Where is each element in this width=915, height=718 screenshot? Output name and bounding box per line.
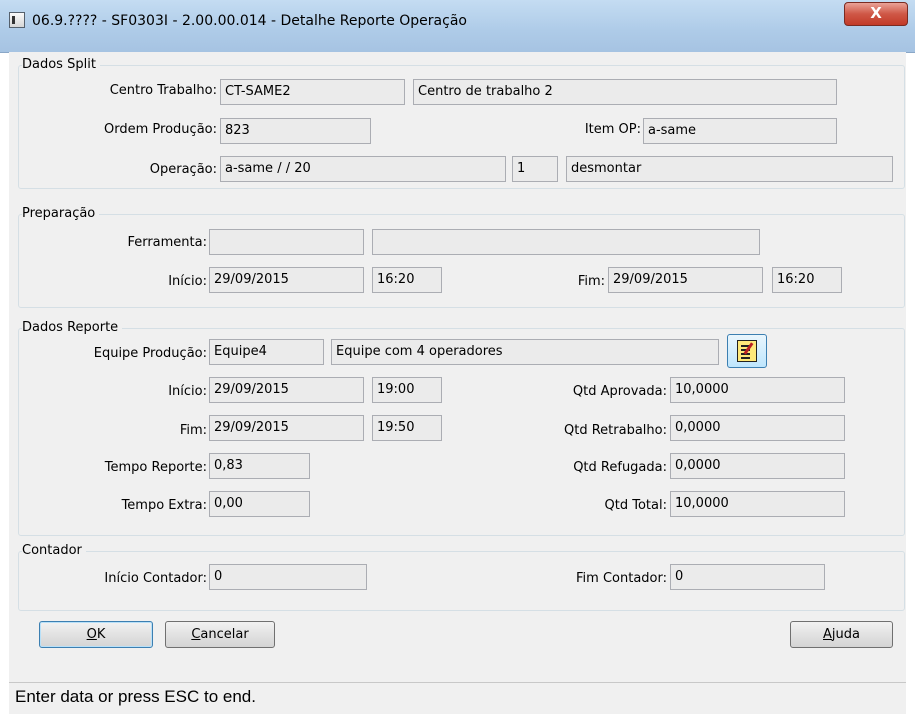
label-tempo-extra: Tempo Extra: xyxy=(121,498,207,513)
label-qtd-refugada: Qtd Refugada: xyxy=(573,460,667,475)
field-operacao-seq[interactable]: 1 xyxy=(512,156,558,182)
dialog-window: 06.9.???? - SF0303I - 2.00.00.014 - Deta… xyxy=(0,0,915,718)
ok-button[interactable]: OK xyxy=(39,621,153,648)
cancel-label: ancelar xyxy=(200,627,249,642)
field-qtd-refugada[interactable]: 0,0000 xyxy=(670,453,845,479)
group-legend-dados-split: Dados Split xyxy=(22,57,100,72)
label-inicio-contador: Início Contador: xyxy=(104,571,207,586)
label-centro-trabalho: Centro Trabalho: xyxy=(109,83,217,98)
title-bar[interactable]: 06.9.???? - SF0303I - 2.00.00.014 - Deta… xyxy=(0,0,915,53)
status-bar: Enter data or press ESC to end. xyxy=(9,682,906,714)
field-centro-trabalho-desc[interactable]: Centro de trabalho 2 xyxy=(413,79,837,105)
window-title: 06.9.???? - SF0303I - 2.00.00.014 - Deta… xyxy=(32,13,467,29)
dialog-body: Dados Split Centro Trabalho: CT-SAME2 Ce… xyxy=(9,52,906,682)
group-legend-contador: Contador xyxy=(22,543,86,558)
group-legend-dados-reporte: Dados Reporte xyxy=(22,320,123,335)
label-ordem-producao: Ordem Produção: xyxy=(104,122,217,137)
field-item-op[interactable]: a-same xyxy=(643,118,837,144)
field-preparacao-fim-data[interactable]: 29/09/2015 xyxy=(608,267,763,293)
field-preparacao-inicio-hora[interactable]: 16:20 xyxy=(372,267,442,293)
ok-label: K xyxy=(96,627,106,642)
label-qtd-total: Qtd Total: xyxy=(604,498,667,513)
field-equipe-desc[interactable]: Equipe com 4 operadores xyxy=(331,339,719,365)
help-button[interactable]: Ajuda xyxy=(790,621,893,648)
help-label: juda xyxy=(831,627,860,642)
field-preparacao-fim-hora[interactable]: 16:20 xyxy=(772,267,842,293)
status-text: Enter data or press ESC to end. xyxy=(15,687,256,706)
field-qtd-retrabalho[interactable]: 0,0000 xyxy=(670,415,845,441)
app-icon xyxy=(9,12,25,28)
field-ordem-producao[interactable]: 823 xyxy=(220,118,371,144)
label-reporte-inicio: Início: xyxy=(168,384,207,399)
label-equipe-producao: Equipe Produção: xyxy=(93,346,207,361)
field-operacao-desc[interactable]: desmontar xyxy=(566,156,893,182)
field-reporte-inicio-hora[interactable]: 19:00 xyxy=(372,377,442,403)
close-button[interactable]: X xyxy=(844,2,908,26)
field-ferramenta-desc[interactable] xyxy=(372,229,760,255)
field-equipe-code[interactable]: Equipe4 xyxy=(209,339,324,365)
field-reporte-inicio-data[interactable]: 29/09/2015 xyxy=(209,377,364,403)
cancel-button[interactable]: Cancelar xyxy=(165,621,275,648)
label-fim-contador: Fim Contador: xyxy=(576,571,667,586)
field-tempo-reporte[interactable]: 0,83 xyxy=(209,453,310,479)
label-reporte-fim: Fim: xyxy=(179,423,207,438)
label-preparacao-fim: Fim: xyxy=(577,274,605,289)
field-inicio-contador[interactable]: 0 xyxy=(209,564,367,590)
label-preparacao-inicio: Início: xyxy=(168,274,207,289)
label-operacao: Operação: xyxy=(149,162,217,177)
label-ferramenta: Ferramenta: xyxy=(127,235,207,250)
field-preparacao-inicio-data[interactable]: 29/09/2015 xyxy=(209,267,364,293)
field-fim-contador[interactable]: 0 xyxy=(670,564,825,590)
field-tempo-extra[interactable]: 0,00 xyxy=(209,491,310,517)
field-reporte-fim-hora[interactable]: 19:50 xyxy=(372,415,442,441)
field-centro-trabalho-code[interactable]: CT-SAME2 xyxy=(220,79,405,105)
label-tempo-reporte: Tempo Reporte: xyxy=(104,460,207,475)
ok-mnemonic: O xyxy=(86,627,97,642)
field-qtd-total[interactable]: 10,0000 xyxy=(670,491,845,517)
field-operacao[interactable]: a-same / / 20 xyxy=(220,156,506,182)
field-qtd-aprovada[interactable]: 10,0000 xyxy=(670,377,845,403)
label-item-op: Item OP: xyxy=(584,122,641,137)
label-qtd-retrabalho: Qtd Retrabalho: xyxy=(564,423,667,438)
field-ferramenta-code[interactable] xyxy=(209,229,364,255)
help-mnemonic: A xyxy=(823,627,832,642)
field-reporte-fim-data[interactable]: 29/09/2015 xyxy=(209,415,364,441)
equipe-detail-button[interactable] xyxy=(727,334,767,368)
label-qtd-aprovada: Qtd Aprovada: xyxy=(572,384,667,399)
group-legend-preparacao: Preparação xyxy=(22,206,100,221)
